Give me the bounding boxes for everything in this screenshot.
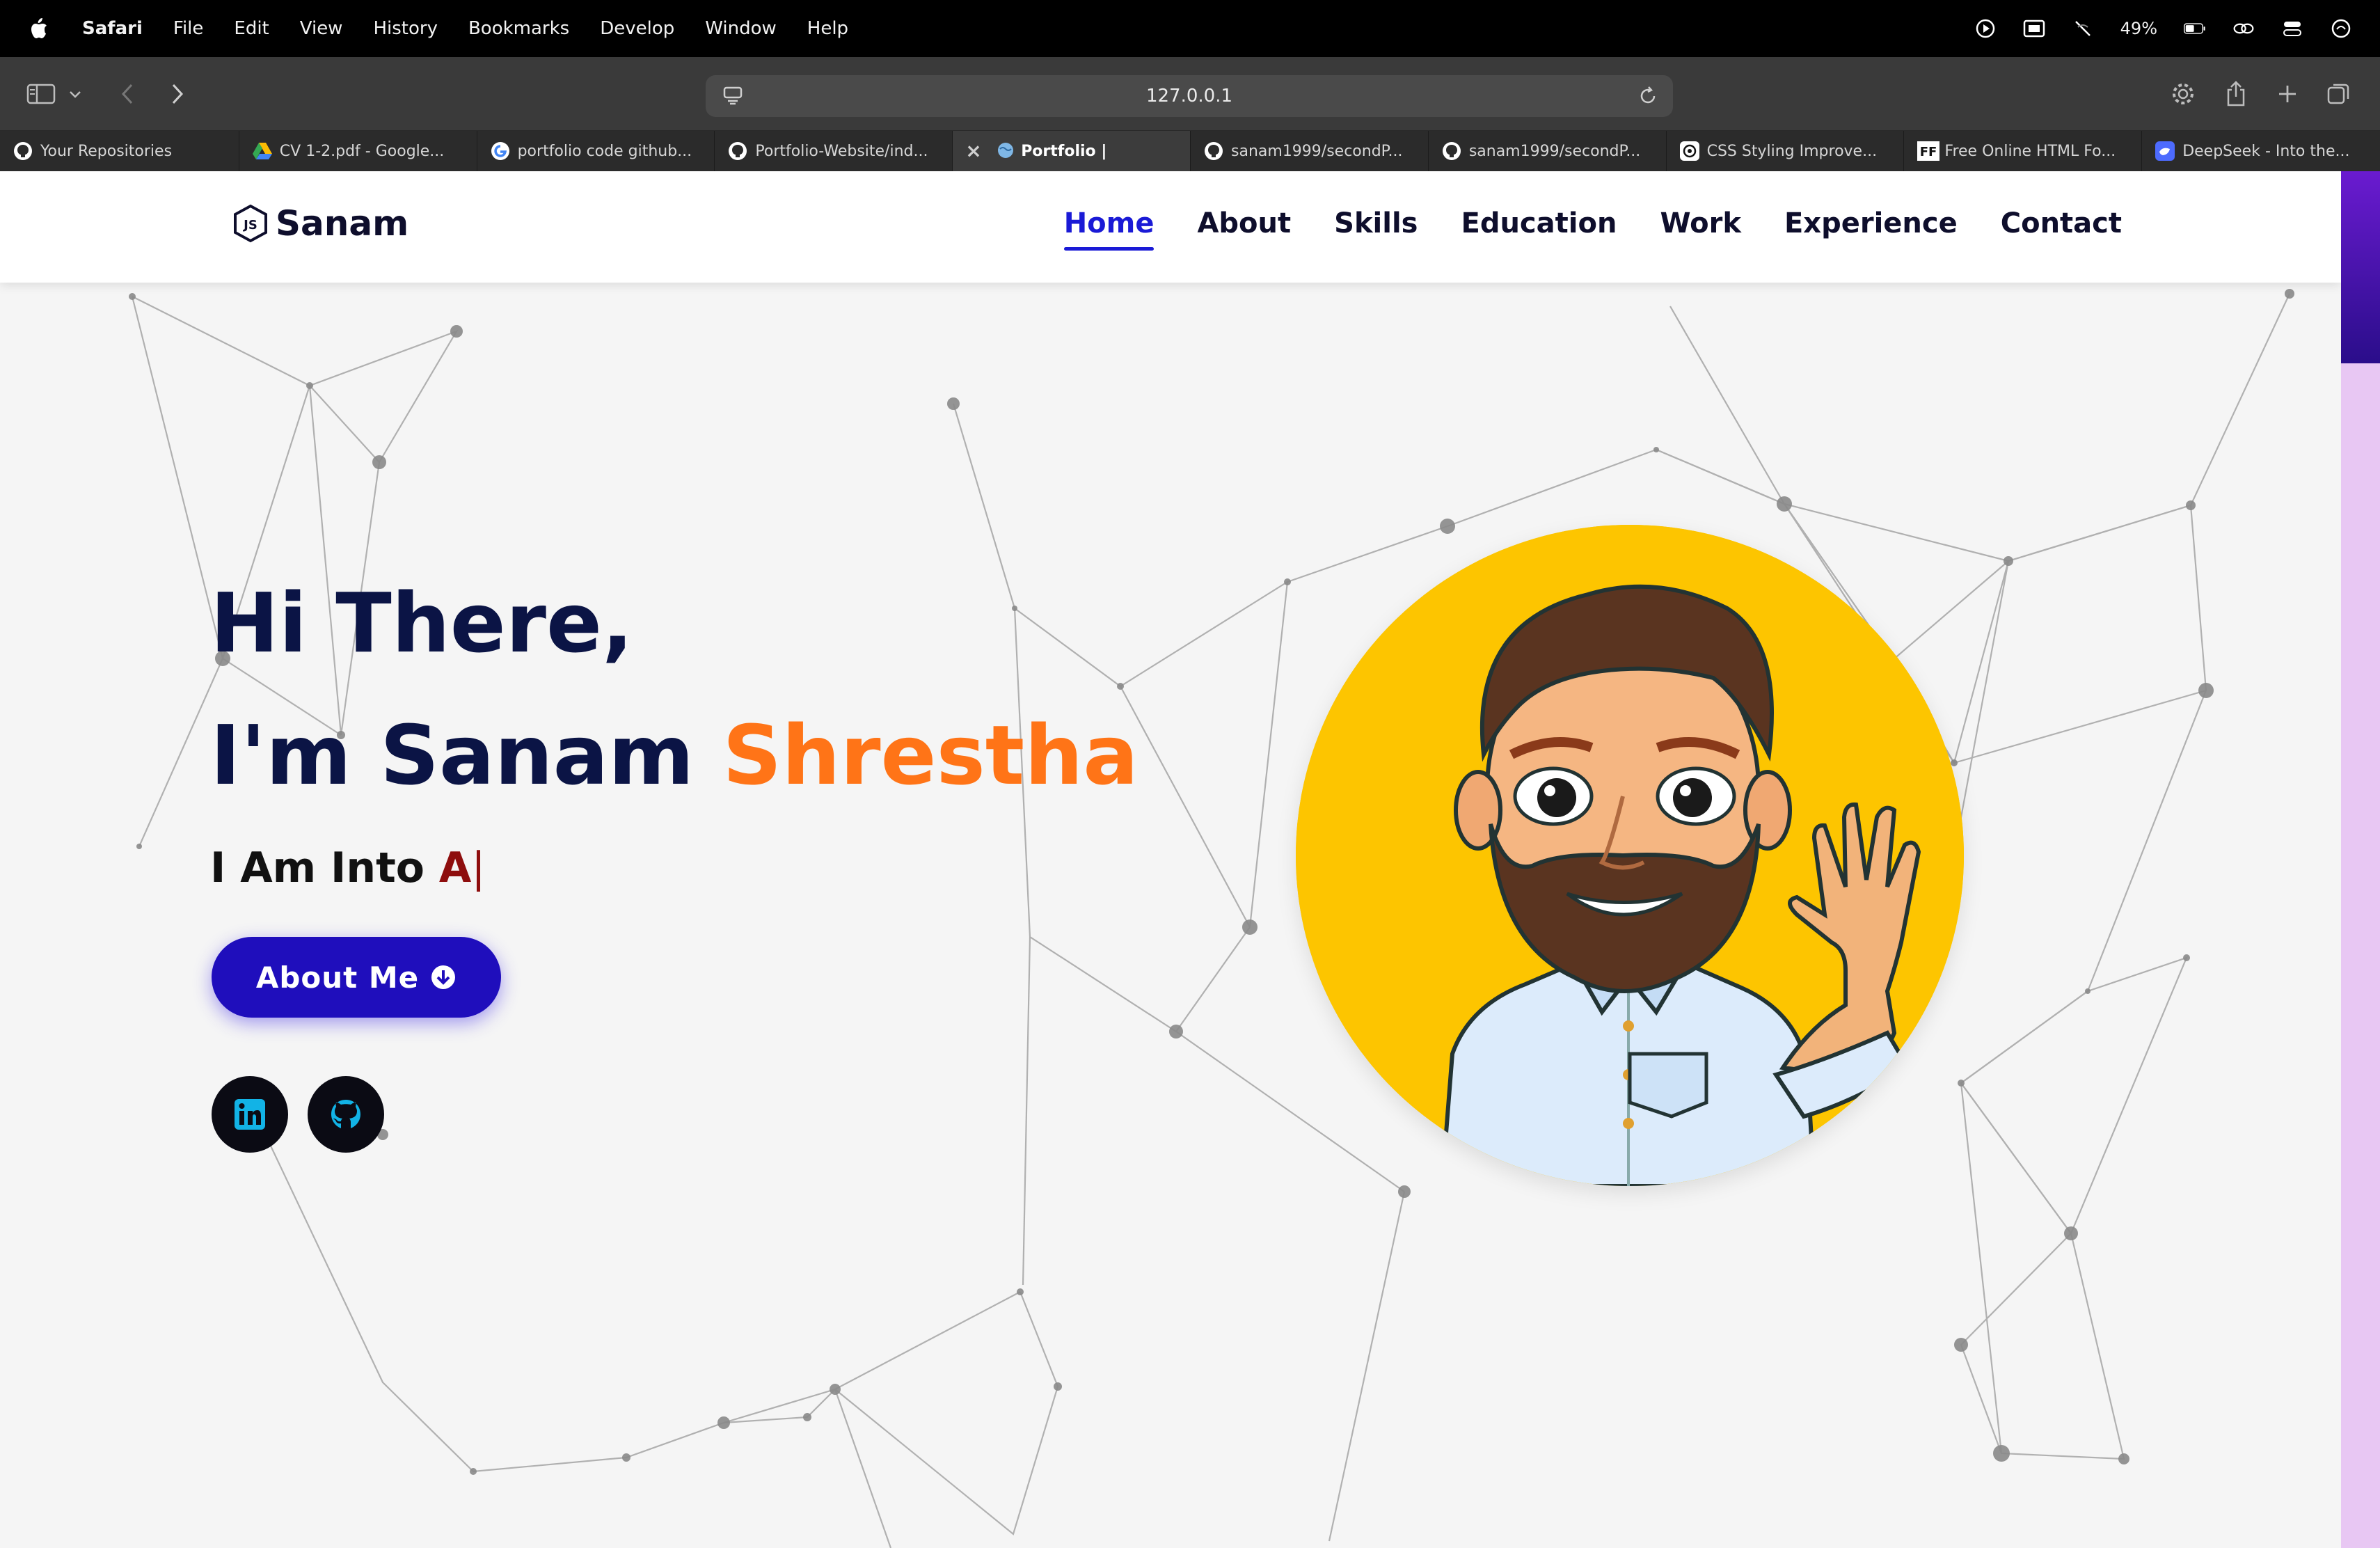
typing-prefix: I Am Into xyxy=(210,844,439,892)
nav-skills[interactable]: Skills xyxy=(1334,207,1418,246)
menu-edit[interactable]: Edit xyxy=(234,18,269,39)
tab-label: DeepSeek - Into the... xyxy=(2182,142,2350,160)
globe-icon xyxy=(996,141,1017,161)
tab-css-styling[interactable]: CSS Styling Improve... xyxy=(1667,131,1905,171)
nav-about[interactable]: About xyxy=(1197,207,1291,246)
address-bar[interactable]: 127.0.0.1 xyxy=(706,75,1673,117)
github-icon xyxy=(331,1100,360,1128)
tab-deepseek[interactable]: DeepSeek - Into the... xyxy=(2142,131,2380,171)
google-icon xyxy=(490,141,511,161)
menu-file[interactable]: File xyxy=(173,18,204,39)
tab-label: CV 1-2.pdf - Google... xyxy=(279,142,445,160)
portfolio-page: JS Sanam Home About Skills Education Wor… xyxy=(0,171,2380,1548)
waving-avatar-illustration xyxy=(1296,525,1964,1186)
menu-history[interactable]: History xyxy=(373,18,438,39)
battery-icon[interactable] xyxy=(2184,17,2206,40)
scrollbar-thumb[interactable] xyxy=(2341,171,2380,363)
menu-app-safari[interactable]: Safari xyxy=(82,18,143,39)
hero-name-prefix: I'm Sanam xyxy=(210,707,723,803)
about-me-button[interactable]: About Me xyxy=(212,937,501,1018)
tab-label: Portfolio-Website/ind... xyxy=(755,142,928,160)
js-hexagon-icon: JS xyxy=(234,204,267,243)
tab-overview-icon[interactable] xyxy=(2320,75,2358,113)
linkedin-icon xyxy=(235,1099,265,1130)
hero-greeting: Hi There, xyxy=(210,575,633,671)
main-nav: Home About Skills Education Work Experie… xyxy=(1063,207,2122,251)
tab-secondp-2[interactable]: sanam1999/secondP... xyxy=(1429,131,1667,171)
nav-education[interactable]: Education xyxy=(1461,207,1617,246)
battery-percent: 49% xyxy=(2120,19,2157,38)
share-icon[interactable] xyxy=(2217,75,2255,113)
menu-view[interactable]: View xyxy=(300,18,343,39)
reload-icon[interactable] xyxy=(1637,85,1659,111)
arrow-circle-down-icon xyxy=(431,965,456,989)
tab-label: Portfolio | xyxy=(1021,142,1107,160)
url-text: 127.0.0.1 xyxy=(1145,86,1233,106)
about-me-label: About Me xyxy=(255,960,420,995)
linkedin-button[interactable] xyxy=(212,1076,288,1153)
site-header: JS Sanam Home About Skills Education Wor… xyxy=(0,171,2341,283)
nav-work[interactable]: Work xyxy=(1660,207,1741,246)
typing-text: I Am Into A| xyxy=(210,844,486,892)
tab-your-repositories[interactable]: Your Repositories xyxy=(0,131,239,171)
nav-experience[interactable]: Experience xyxy=(1784,207,1958,246)
menu-help[interactable]: Help xyxy=(807,18,848,39)
tab-portfolio-website[interactable]: Portfolio-Website/ind... xyxy=(715,131,953,171)
forward-icon[interactable] xyxy=(159,75,196,113)
new-tab-icon[interactable] xyxy=(2269,75,2306,113)
github-icon xyxy=(1203,141,1224,161)
tab-cv-pdf[interactable]: CV 1-2.pdf - Google... xyxy=(239,131,477,171)
nav-contact[interactable]: Contact xyxy=(2001,207,2122,246)
tab-label: sanam1999/secondP... xyxy=(1231,142,1403,160)
settings-gear-icon[interactable] xyxy=(2164,75,2202,113)
close-tab-icon[interactable]: × xyxy=(965,139,981,162)
menu-develop[interactable]: Develop xyxy=(600,18,674,39)
wifi-off-icon[interactable] xyxy=(2072,17,2094,40)
browser-toolbar: 127.0.0.1 xyxy=(0,57,2380,131)
link-icon[interactable] xyxy=(2232,17,2255,40)
apple-icon[interactable] xyxy=(28,16,49,41)
deepseek-icon xyxy=(2155,141,2175,161)
display-icon[interactable] xyxy=(2023,17,2045,40)
google-drive-icon xyxy=(252,141,273,161)
tab-label: CSS Styling Improve... xyxy=(1706,142,1878,160)
github-icon xyxy=(727,141,748,161)
menu-bookmarks[interactable]: Bookmarks xyxy=(468,18,569,39)
site-logo[interactable]: JS Sanam xyxy=(232,203,408,244)
hero-name-accent: Shrestha xyxy=(722,707,1139,803)
typing-caret: | xyxy=(471,844,486,892)
sidebar-icon[interactable] xyxy=(22,75,60,113)
tab-secondp-1[interactable]: sanam1999/secondP... xyxy=(1191,131,1429,171)
typing-value: A xyxy=(438,844,472,892)
tab-portfolio-active[interactable]: × Portfolio | xyxy=(953,131,1191,171)
tab-bar: Your Repositories CV 1-2.pdf - Google...… xyxy=(0,131,2380,171)
play-icon[interactable] xyxy=(1974,17,1997,40)
menu-window[interactable]: Window xyxy=(705,18,777,39)
tab-label: sanam1999/secondP... xyxy=(1468,142,1641,160)
openai-icon xyxy=(1679,141,1700,161)
status-area: 49% xyxy=(1974,0,2352,57)
macos-menu-bar: Safari File Edit View History Bookmarks … xyxy=(0,0,2380,57)
control-center-icon[interactable] xyxy=(2281,17,2303,40)
hero-name: I'm Sanam Shrestha xyxy=(210,707,1139,803)
page-scrollbar[interactable] xyxy=(2341,171,2380,1548)
tab-portfolio-code-search[interactable]: portfolio code github... xyxy=(477,131,715,171)
back-icon[interactable] xyxy=(109,75,146,113)
page-menu-icon[interactable] xyxy=(722,85,743,109)
github-icon xyxy=(1441,141,1462,161)
github-icon xyxy=(13,141,33,161)
tab-label: portfolio code github... xyxy=(517,142,692,160)
svg-text:JS: JS xyxy=(242,218,257,232)
github-button[interactable] xyxy=(308,1076,384,1153)
tab-label: Free Online HTML Fo... xyxy=(1944,142,2116,160)
profile-avatar xyxy=(1296,525,1964,1186)
nav-home[interactable]: Home xyxy=(1063,207,1154,251)
chevron-down-icon[interactable] xyxy=(61,75,89,113)
siri-icon[interactable] xyxy=(2330,17,2352,40)
svg-text:FF: FF xyxy=(1920,145,1937,159)
ff-icon: FF xyxy=(1917,141,1940,161)
tab-label: Your Repositories xyxy=(40,142,173,160)
logo-text: Sanam xyxy=(276,203,409,244)
tab-free-html-formatter[interactable]: FF Free Online HTML Fo... xyxy=(1904,131,2143,171)
